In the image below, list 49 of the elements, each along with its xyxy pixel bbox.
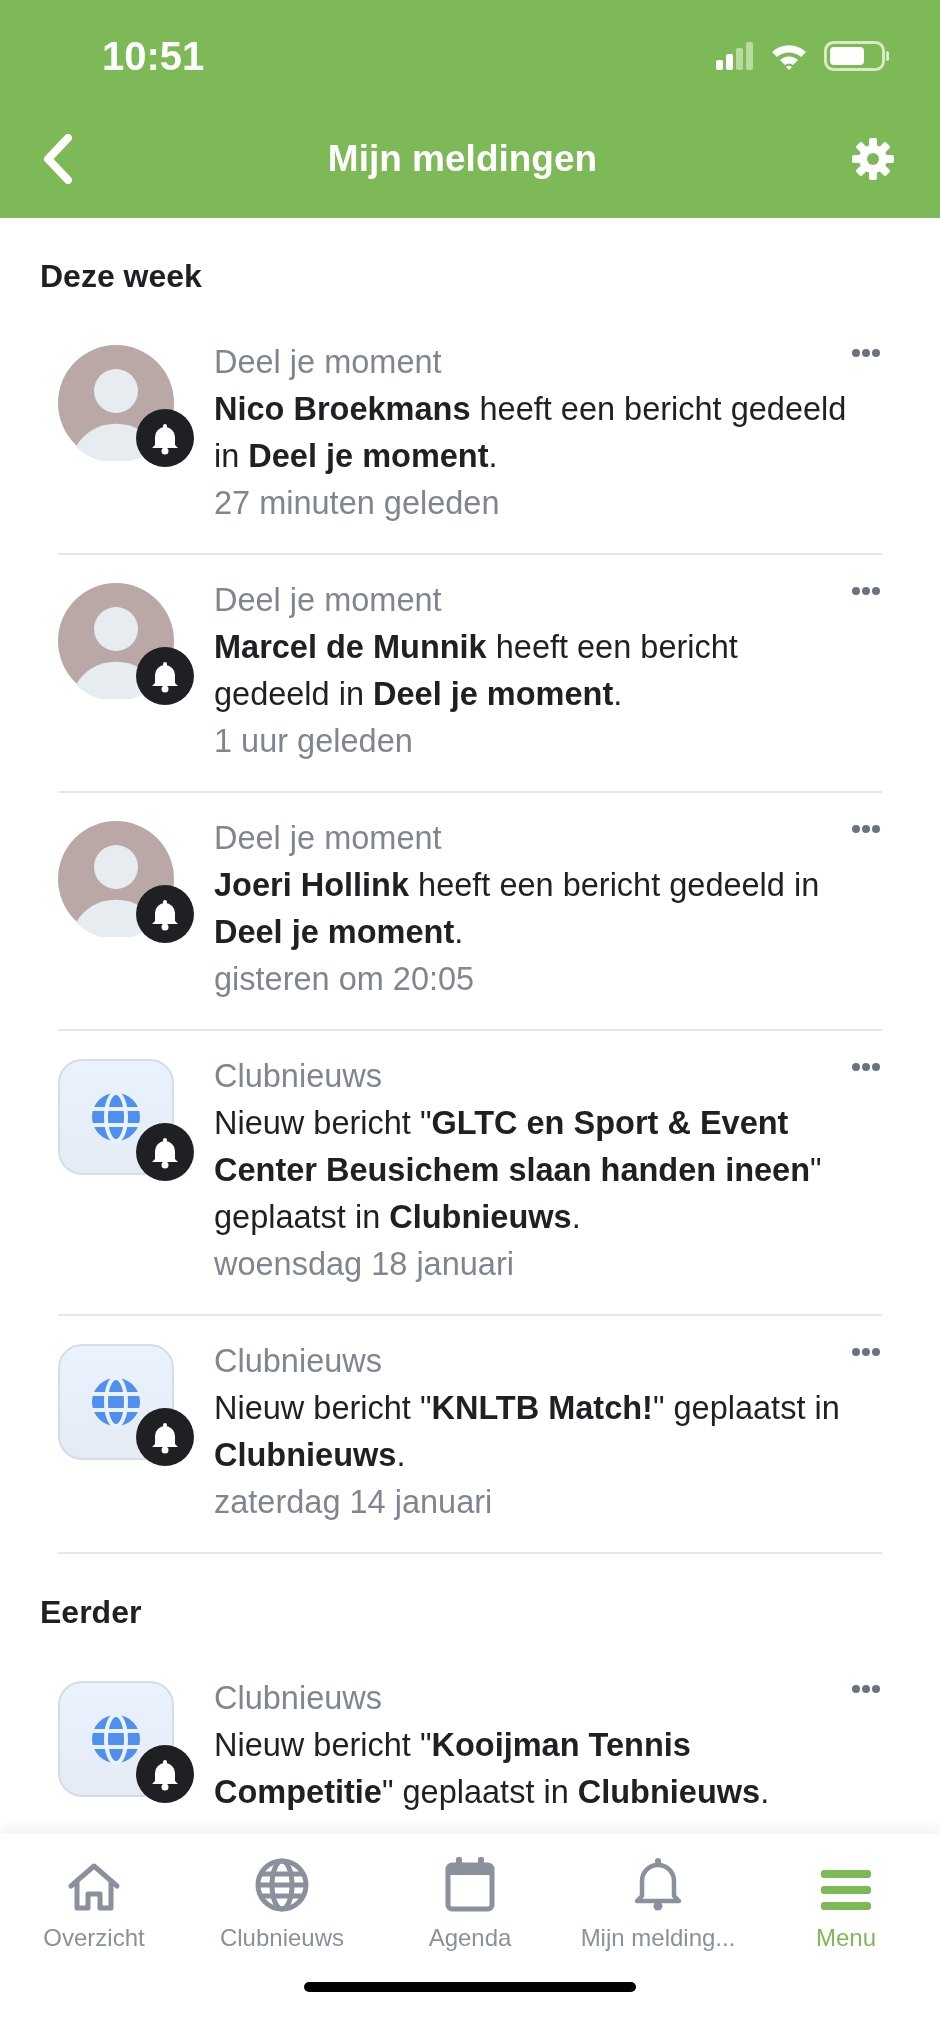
globe-icon: [255, 1858, 309, 1912]
notification-source: Deel je moment: [214, 819, 443, 858]
notification-message: Nico Broekmans heeft een bericht gedeeld in Deel je moment.: [214, 390, 848, 476]
notification-item[interactable]: Deel je moment Nico Broekmans heeft een bericht gedeeld in Deel je moment. 27 minuten geleden: [58, 317, 882, 555]
notification-message: Nieuw bericht "KNLTB Match!" geplaatst in Clubnieuws.: [214, 1389, 841, 1475]
notification-source: Deel je moment: [214, 343, 443, 382]
notification-message: Joeri Hollink heeft een bericht gedeeld in Deel je moment.: [214, 866, 821, 952]
notification-message: Marcel de Munnik heeft een bericht gedeeld in Deel je moment.: [214, 628, 739, 714]
more-icon[interactable]: [852, 349, 880, 357]
notification-time: gisteren om 20:05: [214, 960, 476, 999]
notification-time: zaterdag 14 januari: [214, 1483, 494, 1522]
bell-icon: [136, 885, 194, 943]
notification-time: woensdag 18 januari: [214, 1245, 515, 1284]
bell-icon: [633, 1856, 683, 1912]
bell-icon: [136, 1745, 194, 1803]
notification-item[interactable]: Clubnieuws Nieuw bericht "KNLTB Match!" geplaatst in Clubnieuws. zaterdag 14 januari: [58, 1316, 882, 1554]
calendar-icon: [445, 1856, 495, 1912]
bell-icon: [136, 409, 194, 467]
notification-item[interactable]: Clubnieuws Nieuw bericht "GLTC en Sport & Event Center Beusichem slaan handen ineen" geplaatst in Clubnieuws. woensdag 18 januari: [58, 1031, 882, 1316]
notification-source: Clubnieuws: [214, 1679, 383, 1718]
signal-icon: [716, 42, 754, 70]
more-icon[interactable]: [852, 587, 880, 595]
notification-item[interactable]: Deel je moment Joeri Hollink heeft een bericht gedeeld in Deel je moment. gisteren om 20:05: [58, 793, 882, 1031]
bell-icon: [136, 1123, 194, 1181]
bell-icon: [136, 1408, 194, 1466]
more-icon[interactable]: [852, 825, 880, 833]
notification-time: 1 uur geleden: [214, 722, 414, 761]
status-time: 10:51: [102, 33, 205, 79]
globe-icon: [90, 1713, 142, 1765]
section-heading: Eerder: [39, 1593, 143, 1632]
globe-icon: [90, 1376, 142, 1428]
wifi-icon: [770, 42, 808, 70]
globe-icon: [90, 1091, 142, 1143]
page-title: Mijn meldingen: [327, 138, 598, 180]
notification-source: Clubnieuws: [214, 1057, 383, 1096]
notification-time: 27 minuten geleden: [214, 484, 501, 523]
notification-message: Nieuw bericht "GLTC en Sport & Event Center Beusichem slaan handen ineen" geplaatst in Clubnieuws.: [214, 1104, 823, 1237]
section-heading: Deze week: [39, 257, 203, 296]
more-icon[interactable]: [852, 1063, 880, 1071]
more-icon[interactable]: [852, 1348, 880, 1356]
notification-item[interactable]: Deel je moment Marcel de Munnik heeft een bericht gedeeld in Deel je moment. 1 uur geleden: [58, 555, 882, 793]
menu-icon: [821, 1868, 871, 1912]
battery-icon: [824, 41, 890, 71]
home-icon: [67, 1862, 121, 1912]
bell-icon: [136, 647, 194, 705]
notification-source: Deel je moment: [214, 581, 443, 620]
notification-source: Clubnieuws: [214, 1342, 383, 1381]
notification-message: Nieuw bericht "Kooijman Tennis Competitie" geplaatst in Clubnieuws.: [214, 1726, 771, 1812]
more-icon[interactable]: [852, 1685, 880, 1693]
